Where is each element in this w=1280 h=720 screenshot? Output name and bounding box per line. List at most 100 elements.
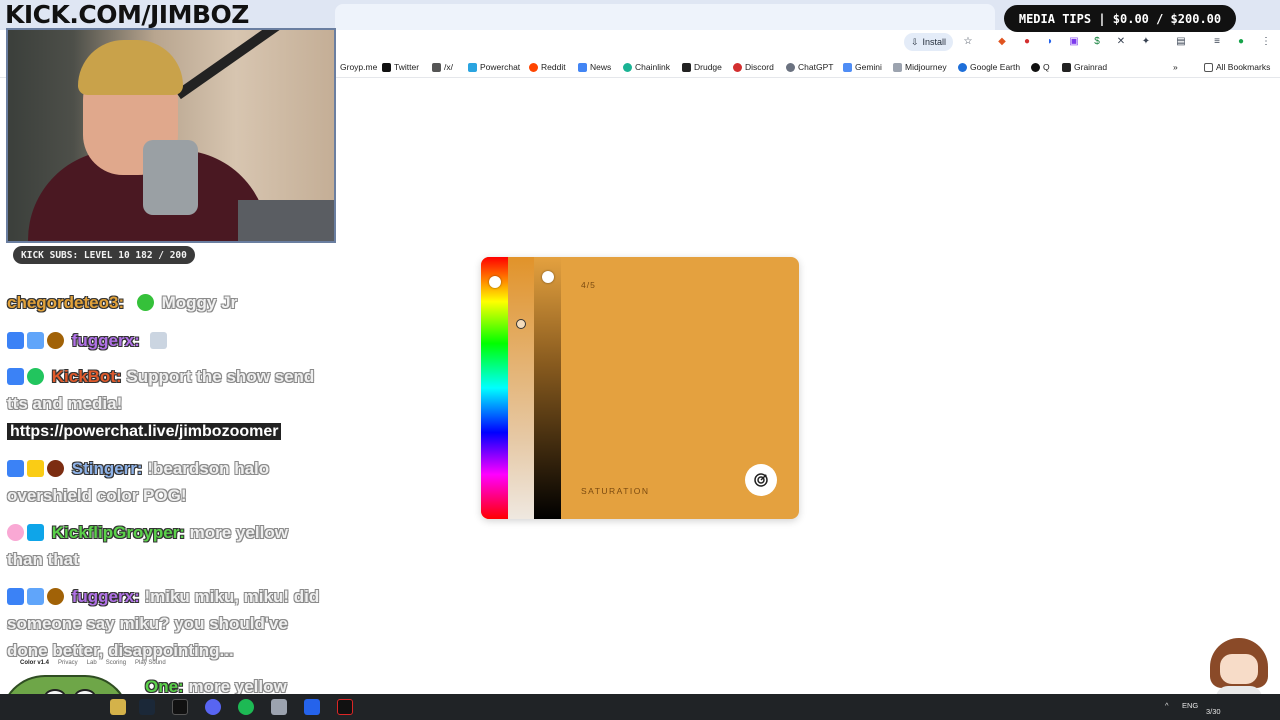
taskbar-app-icon[interactable]: [271, 699, 287, 715]
discord-taskbar-icon[interactable]: [205, 699, 221, 715]
powerchat-icon: [468, 62, 477, 72]
brightness-handle[interactable]: [542, 271, 554, 283]
extension-icon[interactable]: $: [1090, 34, 1104, 48]
extension-icon[interactable]: ◗: [1043, 34, 1057, 48]
folder-icon: [1204, 62, 1213, 72]
bookmark-discord[interactable]: Discord: [733, 60, 774, 74]
submit-guess-button[interactable]: [745, 464, 777, 496]
chat-text: Moggy Jr: [161, 293, 238, 312]
round-counter: 4/5: [581, 280, 596, 290]
news-icon: [578, 62, 587, 72]
bookmark-google-earth[interactable]: Google Earth: [958, 60, 1020, 74]
cube-icon: [27, 524, 44, 541]
bookmarks-overflow-icon[interactable]: »: [1173, 60, 1178, 74]
game-footer: Color v1.4 Privacy Lab Scoring Play Soun…: [20, 660, 166, 666]
saturation-slider[interactable]: [508, 257, 534, 519]
x-extension-icon[interactable]: ✕: [1114, 34, 1128, 48]
steam-icon[interactable]: [139, 699, 155, 715]
badge-icon: [7, 588, 24, 605]
earth-icon: [958, 62, 967, 72]
chat-text: Support the show send: [126, 367, 315, 386]
badge-icon: [7, 332, 24, 349]
footer-version: Color v1.4: [20, 660, 50, 666]
puzzle-icon[interactable]: ✦: [1139, 34, 1153, 48]
tray-chevron-icon[interactable]: ^: [1165, 701, 1169, 710]
midjourney-icon: [893, 62, 902, 72]
bookmark-midjourney[interactable]: Midjourney: [893, 60, 947, 74]
bookmark-chatgpt[interactable]: ChatGPT: [786, 60, 833, 74]
bookmark-twitter[interactable]: Twitter: [382, 60, 419, 74]
chat-message: KickBot: Support the show send: [7, 363, 314, 390]
reading-list-icon[interactable]: ▤: [1174, 34, 1188, 48]
bookmark-gemini[interactable]: Gemini: [843, 60, 882, 74]
profile-avatar[interactable]: ●: [1234, 34, 1248, 48]
taskbar-app-icon[interactable]: [304, 699, 320, 715]
footer-lab[interactable]: Lab: [87, 660, 97, 666]
bookmark-reddit[interactable]: Reddit: [529, 60, 566, 74]
streamer-hair: [78, 40, 183, 95]
x-icon: [382, 62, 391, 72]
grainrad-icon: [1062, 62, 1071, 72]
spotify-icon[interactable]: [238, 699, 254, 715]
avatar-badge-icon: [47, 460, 64, 477]
chat-message: chegordeteo3: Moggy Jr: [7, 289, 237, 316]
chat-link[interactable]: https://powerchat.live/jimbozoomer: [7, 418, 282, 445]
chat-message: fuggerx:: [7, 327, 170, 354]
mouse-cursor: [516, 319, 526, 329]
chat-text-cont: overshield color POG!: [7, 486, 187, 505]
drudge-icon: [682, 62, 691, 72]
extension-icon[interactable]: ▣: [1067, 34, 1081, 48]
media-control-icon[interactable]: ≡: [1210, 34, 1224, 48]
chat-text-cont: than that: [7, 550, 79, 569]
taskbar-app-icon[interactable]: [337, 699, 353, 715]
chat-text-cont: someone say miku? you should've: [7, 614, 288, 633]
verified-icon: [27, 368, 44, 385]
taskbar-app-icon[interactable]: [110, 699, 126, 715]
footer-play-sound[interactable]: Play Sound: [135, 660, 166, 666]
all-bookmarks[interactable]: All Bookmarks: [1204, 60, 1270, 74]
avatar-badge-icon: [47, 332, 64, 349]
badge-icon: [7, 460, 24, 477]
install-label: Install: [922, 37, 947, 47]
bookmark-grainrad[interactable]: Grainrad: [1062, 60, 1107, 74]
gemini-icon: [843, 62, 852, 72]
bookmark-x-board[interactable]: /x/: [432, 60, 453, 74]
chat-username: KickBot:: [51, 367, 122, 386]
chat-username: fuggerx:: [71, 331, 140, 350]
chat-message: Stingerr: !beardson halo: [7, 455, 269, 482]
brightness-slider[interactable]: [534, 257, 561, 519]
extension-icon[interactable]: ●: [1020, 34, 1034, 48]
microphone: [143, 140, 198, 215]
star-icon[interactable]: ☆: [961, 34, 975, 48]
bookmark-drudge[interactable]: Drudge: [682, 60, 722, 74]
bookmark-chainlink[interactable]: Chainlink: [623, 60, 670, 74]
screen: ⇩ Install ☆ ◆ ● ◗ ▣ $ ✕ ✦ ▤ ≡ ● ⋮ Groyp.…: [0, 0, 1280, 720]
taskbar-date[interactable]: 3/30: [1206, 707, 1221, 716]
footer-scoring[interactable]: Scoring: [106, 660, 126, 666]
reddit-icon: [529, 62, 538, 72]
language-indicator[interactable]: ENG: [1182, 701, 1198, 710]
terminal-icon[interactable]: [172, 699, 188, 715]
menu-kebab-icon[interactable]: ⋮: [1259, 34, 1273, 48]
subs-progress-badge: KICK SUBS: LEVEL 10 182 / 200: [13, 246, 195, 264]
mic-arm: [175, 30, 304, 100]
hue-slider[interactable]: [481, 257, 508, 519]
active-tab[interactable]: [335, 4, 995, 30]
laptop: [238, 200, 334, 241]
crown-icon: [27, 460, 44, 477]
chat-text: !beardson halo: [147, 459, 270, 478]
hue-handle[interactable]: [489, 276, 501, 288]
metamask-extension-icon[interactable]: ◆: [995, 34, 1009, 48]
bookmark-news[interactable]: News: [578, 60, 611, 74]
footer-privacy[interactable]: Privacy: [58, 660, 78, 666]
media-tips-badge: MEDIA TIPS | $0.00 / $200.00: [1004, 5, 1236, 32]
bookmark-groyp[interactable]: Groyp.me: [340, 60, 377, 74]
character-face: [1220, 654, 1258, 684]
webcam-feed: [6, 28, 336, 243]
color-picker-card: 4/5 SATURATION: [481, 257, 799, 519]
chat-text: more yellow: [189, 523, 288, 542]
bookmark-powerchat[interactable]: Powerchat: [468, 60, 520, 74]
install-button[interactable]: ⇩ Install: [904, 33, 954, 51]
bookmark-q[interactable]: Q: [1031, 60, 1050, 74]
emote-icon: [150, 332, 168, 349]
